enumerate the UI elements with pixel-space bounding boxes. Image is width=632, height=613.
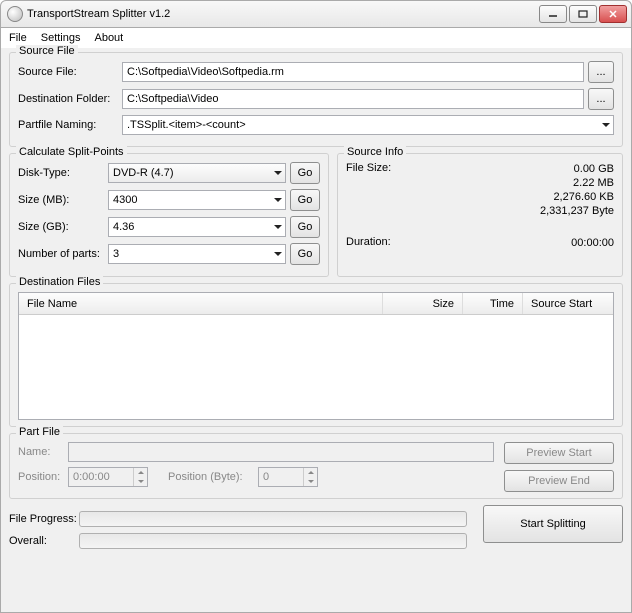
- chevron-down-icon: [274, 198, 282, 202]
- group-calc-split: Calculate Split-Points Disk-Type: DVD-R …: [9, 153, 329, 277]
- label-position: Position:: [18, 471, 68, 483]
- title-bar: TransportStream Splitter v1.2: [0, 0, 632, 28]
- label-dest-folder: Destination Folder:: [18, 93, 122, 105]
- combo-num-parts[interactable]: 3: [108, 244, 286, 264]
- combo-partfile-naming[interactable]: .TSSplit.<item>-<count>: [122, 115, 614, 135]
- col-time[interactable]: Time: [463, 293, 523, 314]
- group-part-file: Part File Name: Position: 0:00:00 Positi…: [9, 433, 623, 499]
- window-title: TransportStream Splitter v1.2: [27, 8, 537, 20]
- value-gb: 0.00 GB: [416, 162, 614, 176]
- label-source-file: Source File:: [18, 66, 122, 78]
- client-area: Source File Source File: C:\Softpedia\Vi…: [0, 48, 632, 613]
- minimize-button[interactable]: [539, 5, 567, 23]
- preview-end-button: Preview End: [504, 470, 614, 492]
- label-disk-type: Disk-Type:: [18, 167, 108, 179]
- label-file-progress: File Progress:: [9, 513, 79, 525]
- value-bytes: 2,331,237 Byte: [416, 204, 614, 218]
- input-dest-folder[interactable]: C:\Softpedia\Video: [122, 89, 584, 109]
- legend-dest-files: Destination Files: [16, 276, 103, 288]
- file-progress-bar: [79, 511, 467, 527]
- overall-progress-bar: [79, 533, 467, 549]
- legend-part-file: Part File: [16, 426, 63, 438]
- label-part-name: Name:: [18, 446, 68, 458]
- col-size[interactable]: Size: [383, 293, 463, 314]
- group-source-info: Source Info File Size: 0.00 GB 2.22 MB 2…: [337, 153, 623, 277]
- label-partfile-naming: Partfile Naming:: [18, 119, 122, 131]
- legend-source-info: Source Info: [344, 146, 406, 158]
- chevron-down-icon: [274, 225, 282, 229]
- close-button[interactable]: [599, 5, 627, 23]
- preview-start-button: Preview Start: [504, 442, 614, 464]
- input-source-file[interactable]: C:\Softpedia\Video\Softpedia.rm: [122, 62, 584, 82]
- group-dest-files: Destination Files File Name Size Time So…: [9, 283, 623, 427]
- label-overall: Overall:: [9, 535, 79, 547]
- label-num-parts: Number of parts:: [18, 248, 108, 260]
- value-duration: 00:00:00: [416, 236, 614, 250]
- combo-size-mb[interactable]: 4300: [108, 190, 286, 210]
- go-size-mb-button[interactable]: Go: [290, 189, 320, 211]
- value-kb: 2,276.60 KB: [416, 190, 614, 204]
- file-size-values: 0.00 GB 2.22 MB 2,276.60 KB 2,331,237 By…: [416, 162, 614, 218]
- browse-dest-button[interactable]: ...: [588, 88, 614, 110]
- chevron-down-icon: [602, 123, 610, 127]
- spin-position-byte: 0: [258, 467, 318, 487]
- menu-file[interactable]: File: [9, 32, 27, 44]
- arrow-up-icon: [304, 468, 317, 477]
- chevron-down-icon: [274, 252, 282, 256]
- menu-about[interactable]: About: [94, 32, 123, 44]
- browse-source-button[interactable]: ...: [588, 61, 614, 83]
- go-size-gb-button[interactable]: Go: [290, 216, 320, 238]
- go-num-parts-button[interactable]: Go: [290, 243, 320, 265]
- col-file-name[interactable]: File Name: [19, 293, 383, 314]
- table-dest-files[interactable]: File Name Size Time Source Start: [18, 292, 614, 420]
- combo-disk-type[interactable]: DVD-R (4.7): [108, 163, 286, 183]
- legend-source-file: Source File: [16, 45, 78, 57]
- col-source-start[interactable]: Source Start: [523, 293, 613, 314]
- arrow-down-icon: [304, 477, 317, 486]
- value-mb: 2.22 MB: [416, 176, 614, 190]
- label-position-byte: Position (Byte):: [168, 471, 258, 483]
- menu-bar: File Settings About: [0, 28, 632, 48]
- table-header: File Name Size Time Source Start: [19, 293, 613, 315]
- arrow-down-icon: [134, 477, 147, 486]
- label-file-size: File Size:: [346, 162, 416, 218]
- spin-position: 0:00:00: [68, 467, 148, 487]
- combo-size-gb[interactable]: 4.36: [108, 217, 286, 237]
- chevron-down-icon: [274, 171, 282, 175]
- label-duration: Duration:: [346, 236, 416, 250]
- input-part-name: [68, 442, 494, 462]
- maximize-button[interactable]: [569, 5, 597, 23]
- app-icon: [7, 6, 23, 22]
- go-disk-type-button[interactable]: Go: [290, 162, 320, 184]
- label-size-mb: Size (MB):: [18, 194, 108, 206]
- arrow-up-icon: [134, 468, 147, 477]
- legend-calc-split: Calculate Split-Points: [16, 146, 127, 158]
- menu-settings[interactable]: Settings: [41, 32, 81, 44]
- group-source-file: Source File Source File: C:\Softpedia\Vi…: [9, 52, 623, 147]
- label-size-gb: Size (GB):: [18, 221, 108, 233]
- start-splitting-button[interactable]: Start Splitting: [483, 505, 623, 543]
